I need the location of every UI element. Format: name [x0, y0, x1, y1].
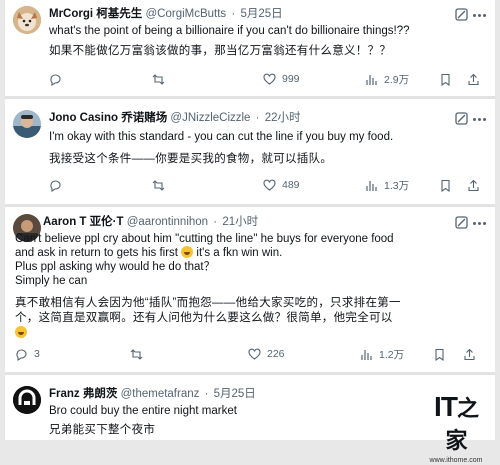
views-button[interactable]: 2.9万 [365, 71, 409, 87]
tweet-text-en: I'm okay with this standard - you can cu… [49, 131, 394, 143]
retweet-button[interactable] [152, 71, 171, 87]
ithome-logo: IT之家 [425, 392, 487, 456]
share-icon [468, 179, 479, 191]
separator [5, 372, 495, 375]
tweet-text-en-line-4: Simply he can [15, 275, 88, 287]
watermark-url: www.ithome.com [429, 457, 483, 464]
bookmark-button[interactable] [433, 346, 446, 362]
tweet-3-actions: 3 226 1.2万 [15, 346, 475, 362]
like-button[interactable]: 999 [263, 71, 300, 87]
like-count: 226 [267, 348, 285, 360]
tweet-text-en-line-3: Plus ppl asking why would he do that？ [15, 261, 216, 273]
timestamp[interactable]: 5月25日 [240, 8, 282, 20]
view-count: 1.2万 [379, 348, 405, 361]
tweet-text-en: what's the point of being a billionaire … [49, 25, 410, 37]
bookmark-button[interactable] [439, 177, 452, 193]
separator [5, 96, 495, 99]
timestamp[interactable]: 5月25日 [214, 388, 256, 400]
tweet-text-en-part: and ask in return to gets his first [15, 247, 178, 259]
views-icon [366, 180, 377, 191]
tweet-thread: MrCorgi 柯基先生 @CorgiMcButts · 5月25日 what'… [5, 0, 495, 465]
share-icon [468, 73, 479, 85]
tweet-text-en: Bro could buy the entire night market [49, 405, 237, 417]
heart-icon [263, 179, 276, 191]
ithome-watermark: IT之家 www.ithome.com [425, 392, 487, 465]
heart-icon [263, 73, 276, 85]
tweet-2[interactable]: Jono Casino 乔诺赌场 @JNizzleCizzle · 22小时 I… [5, 100, 495, 204]
timestamp[interactable]: 22小时 [265, 112, 301, 124]
tweet-1[interactable]: MrCorgi 柯基先生 @CorgiMcButts · 5月25日 what'… [5, 0, 495, 96]
tweet-3-header: Aaron T 亚伦·T @aarontinnihon · 21小时 [43, 214, 487, 230]
bookmark-button[interactable] [439, 71, 452, 87]
tweet-2-header: Jono Casino 乔诺赌场 @JNizzleCizzle · 22小时 [49, 110, 487, 126]
like-count: 999 [282, 73, 300, 85]
view-count: 1.3万 [384, 179, 410, 192]
share-button[interactable] [467, 177, 480, 193]
retweet-button[interactable] [152, 177, 171, 193]
tweet-text-en-line-2: and ask in return to gets his first it's… [15, 246, 487, 260]
tweet-text-zh-line-3 [15, 326, 487, 341]
view-count: 2.9万 [384, 73, 410, 86]
author-handle[interactable]: @themetafranz [121, 388, 200, 400]
reply-button[interactable]: 3 [15, 346, 40, 362]
like-button[interactable]: 226 [248, 346, 285, 362]
views-icon [366, 74, 377, 85]
tweet-text-en-part: it's a fkn win win. [196, 247, 283, 259]
bookmark-icon [441, 73, 450, 86]
reply-icon [50, 73, 61, 86]
bookmark-icon [441, 179, 450, 192]
author-name[interactable]: Jono Casino 乔诺赌场 [49, 112, 167, 124]
tweet-text-zh: 兄弟能买下整个夜市 [49, 424, 156, 436]
tweet-1-actions: 999 2.9万 [49, 71, 489, 87]
like-count: 489 [282, 179, 300, 191]
share-icon [464, 348, 475, 360]
reply-count: 3 [34, 348, 40, 360]
tweet-text-zh: 我接受这个条件——你要是买我的食物，就可以插队。 [49, 153, 333, 165]
laughing-emoji-icon [181, 246, 194, 258]
logo-latin: IT [434, 391, 458, 422]
reply-button[interactable] [49, 71, 68, 87]
author-handle[interactable]: @aarontinnihon [127, 216, 208, 228]
author-name[interactable]: Aaron T 亚伦·T [43, 216, 124, 228]
avatar-jono[interactable] [13, 110, 41, 138]
author-name[interactable]: Franz 弗朗茨 [49, 388, 117, 400]
retweet-button[interactable] [130, 346, 149, 362]
avatar-franz[interactable] [13, 386, 41, 414]
reply-icon [50, 179, 61, 192]
avatar-mrcorgi[interactable] [13, 6, 41, 34]
separator-dot: · [213, 216, 218, 228]
tweet-2-actions: 489 1.3万 [49, 177, 489, 193]
retweet-icon [152, 179, 165, 191]
share-button[interactable] [467, 71, 480, 87]
tweet-text-zh: 如果不能做亿万富翁该做的事，那当亿万富翁还有什么意义！？？ [49, 45, 392, 57]
reply-icon [16, 348, 27, 361]
share-button[interactable] [463, 346, 476, 362]
separator [5, 204, 495, 207]
tweet-4-header: Franz 弗朗茨 @themetafranz · 5月25日 [49, 386, 415, 402]
retweet-icon [130, 348, 143, 360]
separator-dot: · [204, 388, 209, 400]
tweet-text-zh-line-2: 个，这简直是双赢啊。还有人问他为什么要这么做？很简单，他完全可以 [15, 312, 393, 324]
tweet-1-header: MrCorgi 柯基先生 @CorgiMcButts · 5月25日 [49, 6, 487, 22]
author-handle[interactable]: @CorgiMcButts [145, 8, 226, 20]
bookmark-icon [435, 348, 444, 361]
tweet-4[interactable]: Franz 弗朗茨 @themetafranz · 5月25日 Bro coul… [5, 376, 495, 440]
author-name[interactable]: MrCorgi 柯基先生 [49, 8, 142, 20]
views-button[interactable]: 1.3万 [365, 177, 409, 193]
views-button[interactable]: 1.2万 [360, 346, 404, 362]
tweet-3[interactable]: Aaron T 亚伦·T @aarontinnihon · 21小时 Can't… [5, 208, 495, 372]
views-icon [361, 349, 372, 360]
separator-dot: · [231, 8, 236, 20]
retweet-icon [152, 73, 165, 85]
tweet-text-en-line-1: Can't believe ppl cry about him "cutting… [15, 233, 394, 245]
author-handle[interactable]: @JNizzleCizzle [170, 112, 250, 124]
heart-icon [248, 348, 261, 360]
separator-dot: · [255, 112, 260, 124]
timestamp[interactable]: 21小时 [222, 216, 258, 228]
reply-button[interactable] [49, 177, 68, 193]
tweet-text-zh-line-1: 真不敢相信有人会因为他“插队”而抱怨——他给大家买吃的，只求排在第一 [15, 297, 401, 309]
laughing-emoji-icon [15, 326, 27, 338]
like-button[interactable]: 489 [263, 177, 300, 193]
